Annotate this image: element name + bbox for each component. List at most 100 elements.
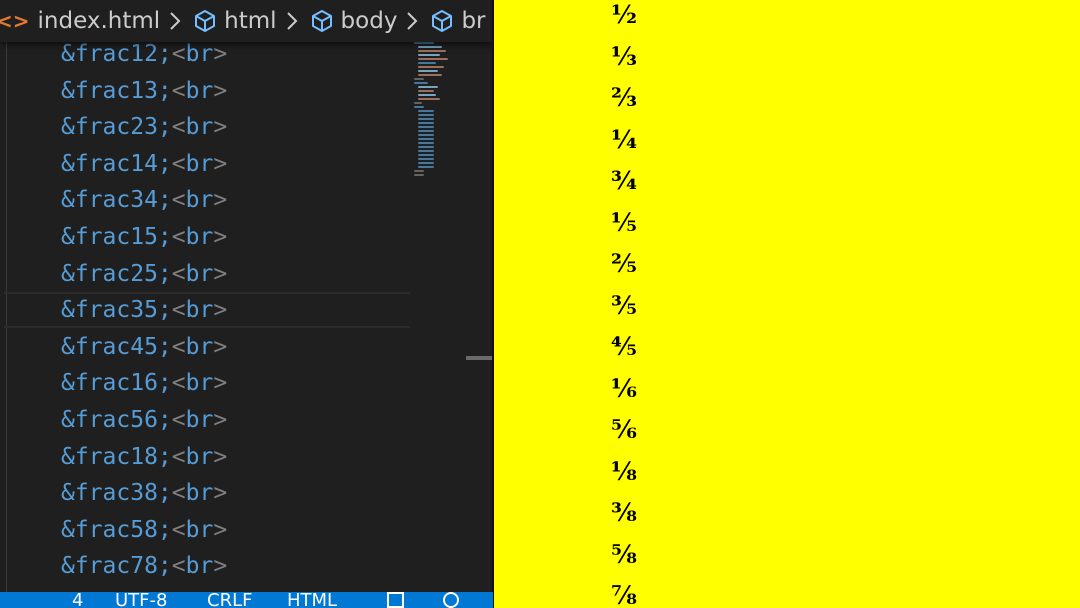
status-indent[interactable]: 4 <box>72 592 83 608</box>
code-line[interactable]: &frac35;<br> <box>61 292 227 328</box>
tag-name: br <box>185 187 214 214</box>
entity-token: &frac45; <box>61 333 172 360</box>
code-line[interactable]: &frac16;<br> <box>61 365 227 401</box>
status-eol[interactable]: CRLF <box>207 592 252 608</box>
rendered-fraction: ⅘ <box>611 332 637 361</box>
tag-name: br <box>185 260 214 287</box>
tag-bracket: > <box>213 480 228 507</box>
chevron-right-icon <box>168 10 182 32</box>
tag-bracket: > <box>213 443 228 470</box>
tag-bracket: < <box>171 297 186 324</box>
tag-bracket: > <box>213 224 228 250</box>
tag-bracket: < <box>171 77 186 104</box>
tag-bracket: > <box>213 333 228 360</box>
entity-token: &frac38; <box>61 480 172 507</box>
minimap-line <box>418 110 434 112</box>
entity-token: &frac15; <box>61 224 172 250</box>
minimap-line <box>414 42 434 44</box>
code-line[interactable]: &frac56;<br> <box>61 402 227 438</box>
code-line[interactable]: &frac18;<br> <box>61 439 227 475</box>
minimap-line <box>418 134 434 136</box>
code-line[interactable]: &frac34;<br> <box>61 182 227 218</box>
code-line[interactable]: &frac25;<br> <box>61 256 227 292</box>
format-icon[interactable] <box>385 592 407 608</box>
tag-bracket: < <box>171 553 186 580</box>
minimap-line <box>418 54 440 56</box>
entity-token: &frac23; <box>61 114 172 141</box>
entity-token: &frac14; <box>61 150 172 177</box>
minimap-line <box>418 62 436 64</box>
code-area[interactable]: &frac12;<br> &frac13;<br> &frac23;<br> &fra… <box>0 36 410 596</box>
tag-name: br <box>185 516 214 543</box>
minimap-line <box>418 150 434 152</box>
scrollbar-thumb[interactable] <box>466 356 492 360</box>
tag-bracket: < <box>171 516 186 543</box>
minimap-line <box>414 174 424 176</box>
pane-divider[interactable] <box>492 0 494 608</box>
minimap-line <box>418 154 434 156</box>
rendered-fraction: ⅛ <box>611 456 637 486</box>
tag-name: br <box>185 297 214 324</box>
rendered-fraction: ⅕ <box>611 207 637 237</box>
rendered-fraction: ⅖ <box>611 249 637 278</box>
tag-bracket: < <box>171 480 186 507</box>
code-line[interactable]: &frac78;<br> <box>61 548 227 584</box>
tag-bracket: > <box>213 150 228 177</box>
entity-token: &frac13; <box>61 77 172 104</box>
tag-name: br <box>185 150 214 177</box>
rendered-fraction: ½ <box>611 0 638 29</box>
tag-name: br <box>185 480 214 507</box>
minimap-line <box>418 130 434 132</box>
breadcrumb-item-body[interactable]: body <box>341 8 398 34</box>
tag-bracket: < <box>171 187 186 214</box>
entity-token: &frac16; <box>61 370 172 397</box>
status-language[interactable]: HTML <box>287 592 337 608</box>
tag-bracket: < <box>171 370 186 397</box>
minimap-line <box>418 122 434 124</box>
tag-bracket: > <box>213 41 228 67</box>
rendered-fraction: ⅗ <box>611 290 637 320</box>
minimap-line <box>414 170 424 172</box>
chevron-right-icon <box>405 10 419 32</box>
code-line[interactable]: &frac14;<br> <box>61 146 227 182</box>
breadcrumb-item-file[interactable]: index.html <box>38 8 161 34</box>
tag-bracket: < <box>171 150 186 177</box>
minimap-line <box>418 90 434 92</box>
tag-bracket: < <box>171 333 186 360</box>
minimap-line <box>414 82 428 84</box>
code-line[interactable]: &frac15;<br> <box>61 219 227 255</box>
element-cube-icon <box>309 8 335 34</box>
tag-bracket: > <box>213 370 228 397</box>
rendered-fraction: ⅝ <box>611 539 637 569</box>
rendered-fraction: ⅞ <box>611 581 637 608</box>
element-cube-icon <box>192 8 218 34</box>
breadcrumb-item-html[interactable]: html <box>224 8 276 34</box>
code-line[interactable]: &frac58;<br> <box>61 512 227 548</box>
minimap-line <box>418 70 438 72</box>
entity-token: &frac56; <box>61 407 172 433</box>
rendered-fraction: ¾ <box>611 166 638 195</box>
code-line[interactable]: &frac45;<br> <box>61 329 227 365</box>
entity-token: &frac18; <box>61 443 172 470</box>
breadcrumb-item-br[interactable]: br <box>461 8 485 34</box>
html-file-icon: <> <box>0 9 30 33</box>
minimap-line <box>418 138 434 140</box>
code-editor[interactable]: <> index.html html body br &frac12;<br> &… <box>0 0 493 608</box>
notification-bell-icon[interactable] <box>440 592 462 608</box>
minimap-line <box>418 166 434 168</box>
tag-bracket: > <box>213 260 228 287</box>
minimap-line <box>418 114 434 116</box>
minimap-line <box>418 118 434 120</box>
code-line[interactable]: &frac13;<br> <box>61 73 227 109</box>
status-encoding[interactable]: UTF-8 <box>115 592 167 608</box>
code-line[interactable]: &frac23;<br> <box>61 109 227 145</box>
minimap-line <box>418 142 434 144</box>
minimap[interactable] <box>412 38 472 188</box>
code-line[interactable]: &frac38;<br> <box>61 475 227 511</box>
tag-bracket: > <box>213 553 228 580</box>
entity-token: &frac25; <box>61 260 172 287</box>
tag-bracket: > <box>213 407 228 433</box>
tag-bracket: > <box>213 77 228 104</box>
entity-token: &frac35; <box>61 297 172 324</box>
tag-name: br <box>185 333 214 360</box>
